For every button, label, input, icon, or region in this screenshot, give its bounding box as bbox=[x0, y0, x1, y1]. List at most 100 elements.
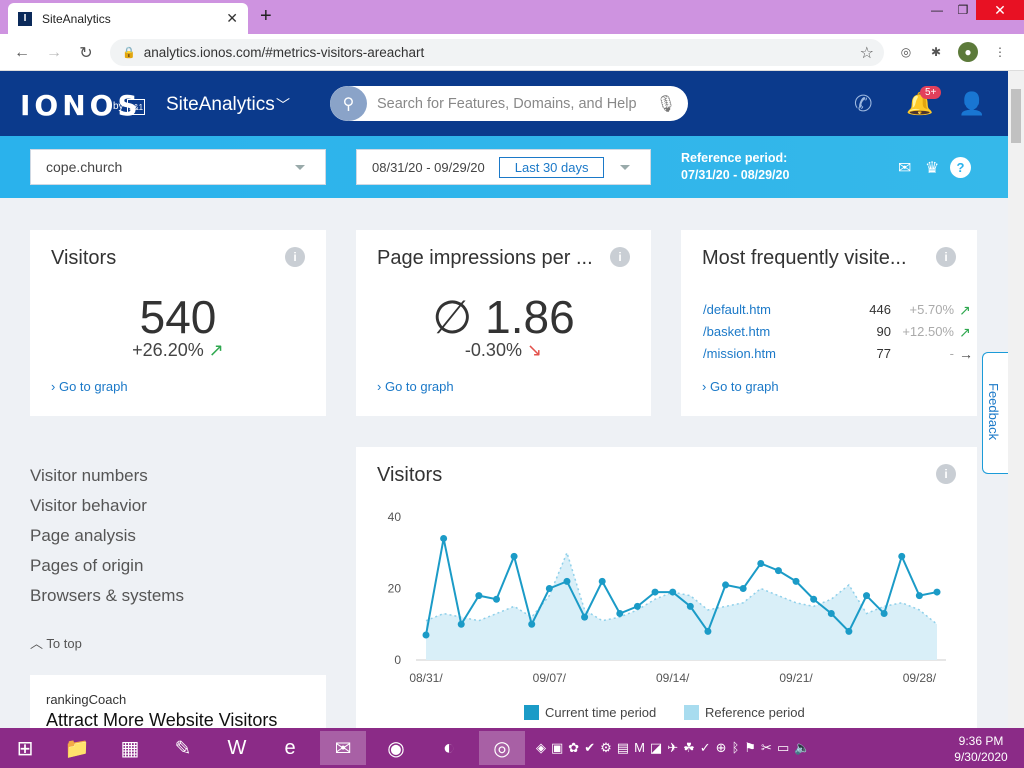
chevron-up-icon: ︿ bbox=[30, 636, 44, 651]
tray-app-icon[interactable]: ✓ bbox=[700, 740, 711, 756]
tray-app-icon[interactable]: ⊕ bbox=[716, 740, 727, 756]
reload-icon[interactable]: ↻ bbox=[74, 41, 98, 65]
tray-app-icon[interactable]: ☘ bbox=[683, 740, 695, 756]
url-text: analytics.ionos.com/#metrics-visitors-ar… bbox=[143, 45, 425, 60]
feedback-tab[interactable]: Feedback bbox=[982, 352, 1008, 474]
extension-icon[interactable]: ◎ bbox=[896, 42, 916, 62]
go-to-graph-label: Go to graph bbox=[709, 379, 779, 394]
mail-icon[interactable]: ✉ bbox=[320, 731, 366, 765]
file-explorer-icon[interactable]: 📁 bbox=[54, 731, 100, 765]
info-icon[interactable]: i bbox=[285, 247, 305, 267]
visitors-area-chart[interactable]: 0 20 40 08/31/09/07/09/14/09/21/09/28/ bbox=[356, 447, 977, 697]
go-to-graph-link[interactable]: › Go to graph bbox=[377, 379, 454, 394]
current-point bbox=[898, 552, 906, 560]
help-icon[interactable]: ? bbox=[950, 157, 971, 178]
tray-flag-icon[interactable]: ⚑ bbox=[744, 740, 756, 756]
main-content: Visitors i 540 +26.20% ↗ › Go to graph P… bbox=[0, 198, 1008, 728]
network-icon[interactable]: ▭ bbox=[777, 740, 789, 756]
date-range-select[interactable]: 08/31/20 - 09/29/20 Last 30 days bbox=[356, 149, 651, 185]
visitors-change-text: +26.20% bbox=[132, 340, 204, 360]
nav-item-visitor-numbers[interactable]: Visitor numbers bbox=[30, 466, 184, 496]
url-field[interactable]: 🔒 analytics.ionos.com/#metrics-visitors-… bbox=[110, 39, 884, 66]
tray-app-icon[interactable]: M bbox=[634, 740, 645, 756]
tray-tools-icon[interactable]: ✂ bbox=[761, 740, 772, 756]
top-pages-card: Most frequently visite... i /default.htm… bbox=[681, 230, 977, 416]
page-path[interactable]: /default.htm bbox=[703, 302, 771, 317]
search-placeholder[interactable]: Search for Features, Domains, and Help bbox=[377, 96, 656, 112]
go-to-graph-link[interactable]: › Go to graph bbox=[51, 379, 128, 394]
puzzle-extensions-icon[interactable]: ✱ bbox=[926, 42, 946, 62]
trend-flat-icon: → bbox=[959, 346, 973, 362]
volume-icon[interactable]: 🔈 bbox=[794, 740, 810, 756]
taskbar: ⊞ 📁 ▦ ✎ W e ✉ ◉ ◐ ◎ ◈ ▣ ✿ ✔ ⚙ ▤ M ◪ ✈ ☘ … bbox=[0, 728, 1024, 768]
go-to-graph-link[interactable]: › Go to graph bbox=[702, 379, 779, 394]
tray-app-icon[interactable]: ✿ bbox=[568, 740, 579, 756]
bluetooth-icon[interactable]: ᛒ bbox=[732, 740, 740, 756]
tray-app-icon[interactable]: ◈ bbox=[536, 740, 546, 756]
tab-close-icon[interactable]: ✕ bbox=[226, 10, 238, 27]
window-close-button[interactable]: ✕ bbox=[976, 0, 1024, 20]
y-tick-label: 0 bbox=[394, 653, 401, 667]
current-point bbox=[933, 588, 941, 596]
nav-item-pages-of-origin[interactable]: Pages of origin bbox=[30, 556, 184, 586]
app-icon[interactable]: ✎ bbox=[160, 731, 206, 765]
search-input[interactable]: ⚲ Search for Features, Domains, and Help… bbox=[330, 86, 688, 121]
page-scrollbar[interactable] bbox=[1008, 71, 1024, 728]
window-maximize-button[interactable]: ❐ bbox=[950, 0, 976, 20]
forward-arrow-icon[interactable]: → bbox=[42, 41, 66, 65]
nav-item-browsers-systems[interactable]: Browsers & systems bbox=[30, 586, 184, 616]
tray-app-icon[interactable]: ✈ bbox=[667, 740, 678, 756]
app-icon[interactable]: ▦ bbox=[107, 731, 153, 765]
search-icon[interactable]: ⚲ bbox=[330, 86, 367, 121]
edge-icon[interactable]: ◐ bbox=[426, 731, 472, 765]
nav-item-visitor-behavior[interactable]: Visitor behavior bbox=[30, 496, 184, 526]
legend-current[interactable]: Current time period bbox=[524, 705, 656, 720]
new-tab-button[interactable]: + bbox=[260, 5, 272, 28]
scroll-thumb[interactable] bbox=[1011, 89, 1021, 143]
chrome-icon[interactable]: ◎ bbox=[479, 731, 525, 765]
word-icon[interactable]: W bbox=[214, 731, 260, 765]
legend-reference[interactable]: Reference period bbox=[684, 705, 805, 720]
current-point bbox=[581, 613, 589, 621]
user-icon[interactable]: 👤 bbox=[958, 91, 985, 117]
tray-app-icon[interactable]: ▣ bbox=[551, 740, 563, 756]
trend-up-icon: ↗ bbox=[959, 302, 971, 318]
internet-explorer-icon[interactable]: e bbox=[267, 731, 313, 765]
browser-tab[interactable]: I SiteAnalytics ✕ bbox=[8, 3, 248, 34]
legend-label: Reference period bbox=[705, 705, 805, 720]
to-top-link[interactable]: ︿ To top bbox=[30, 633, 82, 652]
tray-app-icon[interactable]: ⚙ bbox=[600, 740, 612, 756]
current-point bbox=[457, 620, 465, 628]
info-icon[interactable]: i bbox=[610, 247, 630, 267]
tray-app-icon[interactable]: ▤ bbox=[617, 740, 629, 756]
y-tick-label: 20 bbox=[388, 582, 402, 596]
crown-icon[interactable]: ♛ bbox=[925, 158, 939, 178]
windows-start-icon[interactable]: ⊞ bbox=[2, 731, 48, 765]
section-nav: Visitor numbers Visitor behavior Page an… bbox=[30, 466, 184, 616]
tray-app-icon[interactable]: ◪ bbox=[650, 740, 662, 756]
browser-menu-icon[interactable]: ⋮ bbox=[990, 42, 1010, 62]
domain-select[interactable]: cope.church bbox=[30, 149, 326, 185]
profile-avatar-icon[interactable]: ● bbox=[958, 42, 978, 62]
microphone-icon[interactable]: 🎙 bbox=[656, 94, 676, 114]
window-minimize-button[interactable]: — bbox=[924, 0, 950, 20]
logo-by: by bbox=[113, 101, 124, 112]
app-switcher[interactable]: SiteAnalytics bbox=[166, 94, 275, 116]
bookmark-star-icon[interactable]: ☆ bbox=[860, 43, 874, 63]
envelope-icon[interactable]: ✉ bbox=[898, 158, 911, 178]
chevron-down-icon[interactable]: ﹀ bbox=[276, 95, 290, 115]
info-icon[interactable]: i bbox=[936, 247, 956, 267]
firefox-icon[interactable]: ◉ bbox=[373, 731, 419, 765]
promo-card[interactable]: rankingCoach Attract More Website Visito… bbox=[30, 675, 326, 728]
page-path[interactable]: /basket.htm bbox=[703, 324, 770, 339]
nav-item-page-analysis[interactable]: Page analysis bbox=[30, 526, 184, 556]
page-change: +5.70% bbox=[909, 302, 954, 317]
taskbar-clock[interactable]: 9:36 PM 9/30/2020 bbox=[948, 733, 1014, 765]
phone-icon[interactable]: ✆ bbox=[854, 91, 872, 117]
system-tray: ◈ ▣ ✿ ✔ ⚙ ▤ M ◪ ✈ ☘ ✓ ⊕ ᛒ ⚑ ✂ ▭ 🔈 bbox=[536, 740, 810, 756]
range-preset-button[interactable]: Last 30 days bbox=[498, 156, 605, 178]
back-arrow-icon[interactable]: ← bbox=[10, 41, 34, 65]
page-path[interactable]: /mission.htm bbox=[703, 346, 776, 361]
tray-app-icon[interactable]: ✔ bbox=[584, 740, 595, 756]
domain-value: cope.church bbox=[46, 159, 123, 175]
